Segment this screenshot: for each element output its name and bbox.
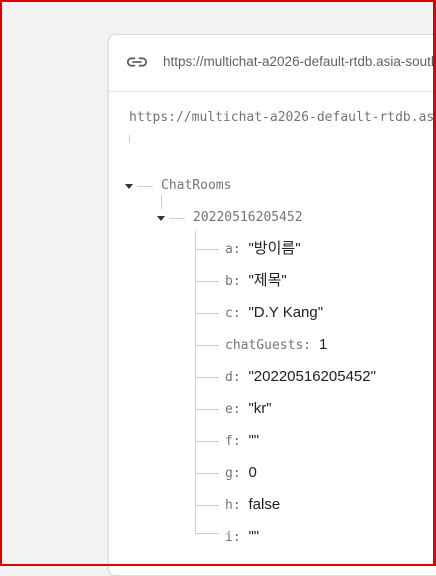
tree-connector: [195, 377, 219, 378]
field-value[interactable]: 0: [248, 464, 256, 481]
field-value[interactable]: "D.Y Kang": [248, 304, 323, 321]
field-row[interactable]: b: "제목": [225, 271, 287, 291]
database-url-bar: https://multichat-a2026-default-rtdb.asi…: [109, 35, 436, 92]
database-card: https://multichat-a2026-default-rtdb.asi…: [108, 34, 436, 576]
field-key: e: [225, 402, 233, 417]
field-value[interactable]: "": [248, 432, 259, 449]
node-room-id[interactable]: 20220516205452: [193, 210, 303, 225]
field-row[interactable]: e: "kr": [225, 399, 272, 419]
tree-connector: [195, 231, 196, 534]
field-value[interactable]: false: [248, 496, 280, 513]
field-value[interactable]: "20220516205452": [248, 368, 375, 385]
tree-root-url[interactable]: https://multichat-a2026-default-rtdb.asi: [129, 110, 436, 125]
field-value[interactable]: "방이름": [248, 240, 300, 257]
field-value[interactable]: "제목": [248, 272, 286, 289]
tree-connector: [137, 186, 153, 187]
node-chatrooms[interactable]: ChatRooms: [161, 178, 231, 193]
field-key: i: [225, 530, 233, 545]
field-row[interactable]: chatGuests: 1: [225, 335, 327, 355]
tree-connector: [161, 195, 162, 209]
field-row[interactable]: f: "": [225, 431, 259, 451]
data-tree: https://multichat-a2026-default-rtdb.asi…: [109, 91, 436, 575]
tree-connector: [195, 533, 219, 534]
field-key: g: [225, 466, 233, 481]
chatrooms-expand-caret-icon[interactable]: [125, 184, 133, 189]
field-value[interactable]: "kr": [248, 400, 271, 417]
link-icon[interactable]: [126, 54, 148, 70]
field-key: chatGuests: [225, 338, 304, 353]
tree-connector: [195, 249, 219, 250]
tree-connector: [195, 505, 219, 506]
field-row[interactable]: i: "": [225, 527, 259, 547]
field-value[interactable]: "": [248, 528, 259, 545]
tree-connector: [195, 345, 219, 346]
database-url[interactable]: https://multichat-a2026-default-rtdb.asi…: [163, 54, 436, 69]
room-expand-caret-icon[interactable]: [157, 216, 165, 221]
tree-connector: [195, 409, 219, 410]
tree-connector: [195, 281, 219, 282]
field-key: h: [225, 498, 233, 513]
field-value[interactable]: 1: [319, 336, 327, 353]
field-key: c: [225, 306, 233, 321]
field-key: d: [225, 370, 233, 385]
field-row[interactable]: a: "방이름": [225, 239, 301, 259]
field-key: b: [225, 274, 233, 289]
tree-connector: [195, 441, 219, 442]
field-key: a: [225, 242, 233, 257]
field-key: f: [225, 434, 233, 449]
tree-connector: [169, 218, 185, 219]
tree-connector: [195, 313, 219, 314]
tree-connector: [195, 473, 219, 474]
tree-connector: [129, 135, 130, 143]
field-row[interactable]: h: false: [225, 495, 280, 515]
field-row[interactable]: g: 0: [225, 463, 257, 483]
field-row[interactable]: c: "D.Y Kang": [225, 303, 323, 323]
field-row[interactable]: d: "20220516205452": [225, 367, 376, 387]
